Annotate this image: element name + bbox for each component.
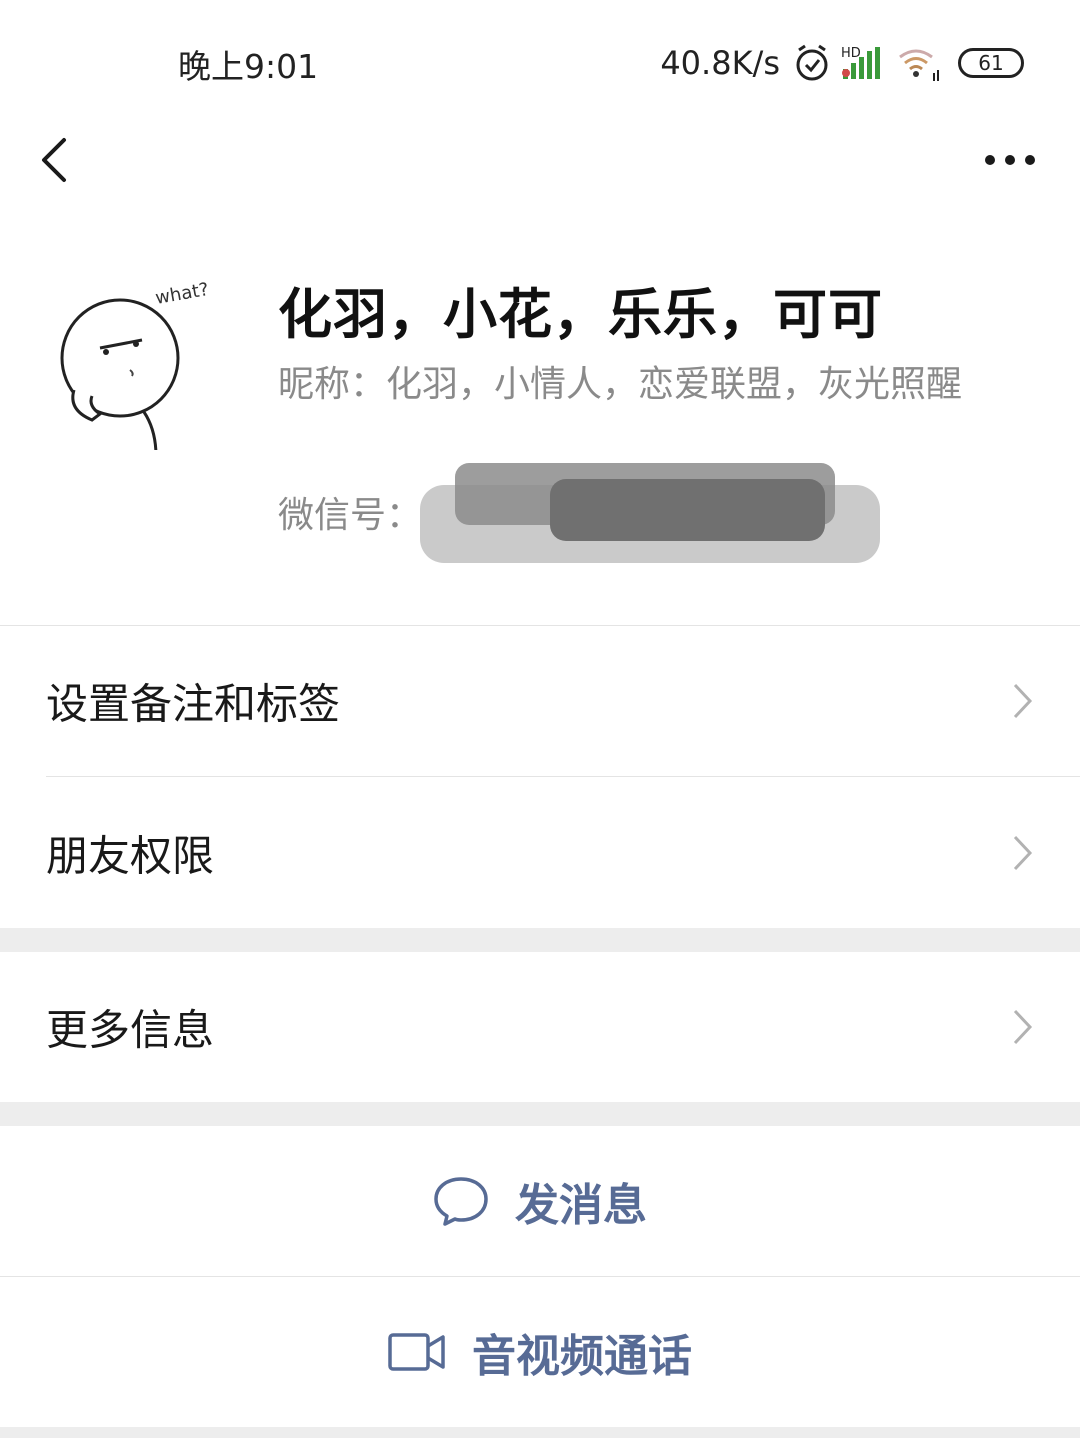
friend-permissions-label: 朋友权限 (46, 831, 215, 880)
send-message-button[interactable]: 发消息 (0, 1126, 1080, 1276)
more-dots-icon[interactable] (980, 140, 1040, 180)
video-call-label: 音视频通话 (472, 1331, 692, 1382)
nav-bar (0, 120, 1080, 200)
redaction-blur (420, 463, 880, 563)
more-info-row[interactable]: 更多信息 (0, 952, 1080, 1102)
chevron-right-icon (1013, 683, 1033, 719)
svg-text:HD: HD (841, 46, 861, 61)
alarm-icon (796, 44, 828, 81)
status-bar: 晚上9:01 40.8K/s HD 61 (0, 0, 1080, 120)
chevron-right-icon (1013, 1009, 1033, 1045)
back-icon[interactable] (30, 128, 80, 192)
avatar[interactable]: what? (48, 270, 228, 450)
set-remark-label: 设置备注和标签 (46, 679, 341, 729)
more-info-label: 更多信息 (46, 1005, 215, 1055)
nickname-text: 昵称：化羽，小情人，恋爱联盟，灰光照醒 (278, 364, 963, 405)
video-camera-icon (388, 1333, 445, 1371)
status-time: 晚上9:01 (178, 47, 319, 86)
battery-icon: 61 (958, 48, 1024, 78)
friend-permissions-row[interactable]: 朋友权限 (0, 777, 1080, 928)
chat-bubble-icon (434, 1177, 488, 1226)
section-gap (0, 928, 1080, 952)
chevron-right-icon (1013, 835, 1033, 870)
send-message-label: 发消息 (515, 1180, 647, 1231)
profile-header: what? 化羽，小花，乐乐，可可 昵称：化羽，小情人，恋爱联盟，灰光照醒 微信… (0, 240, 1080, 625)
status-indicators: 40.8K/s HD 61 (660, 40, 1024, 86)
contact-name: 化羽，小花，乐乐，可可 (278, 283, 883, 346)
video-call-button[interactable]: 音视频通话 (0, 1277, 1080, 1427)
hd-signal-icon: HD (841, 46, 880, 79)
wifi-icon (899, 49, 939, 81)
network-speed: 40.8K/s (660, 44, 780, 82)
bottom-gap (0, 1427, 1080, 1438)
set-remark-row[interactable]: 设置备注和标签 (0, 626, 1080, 776)
section-gap (0, 1102, 1080, 1126)
